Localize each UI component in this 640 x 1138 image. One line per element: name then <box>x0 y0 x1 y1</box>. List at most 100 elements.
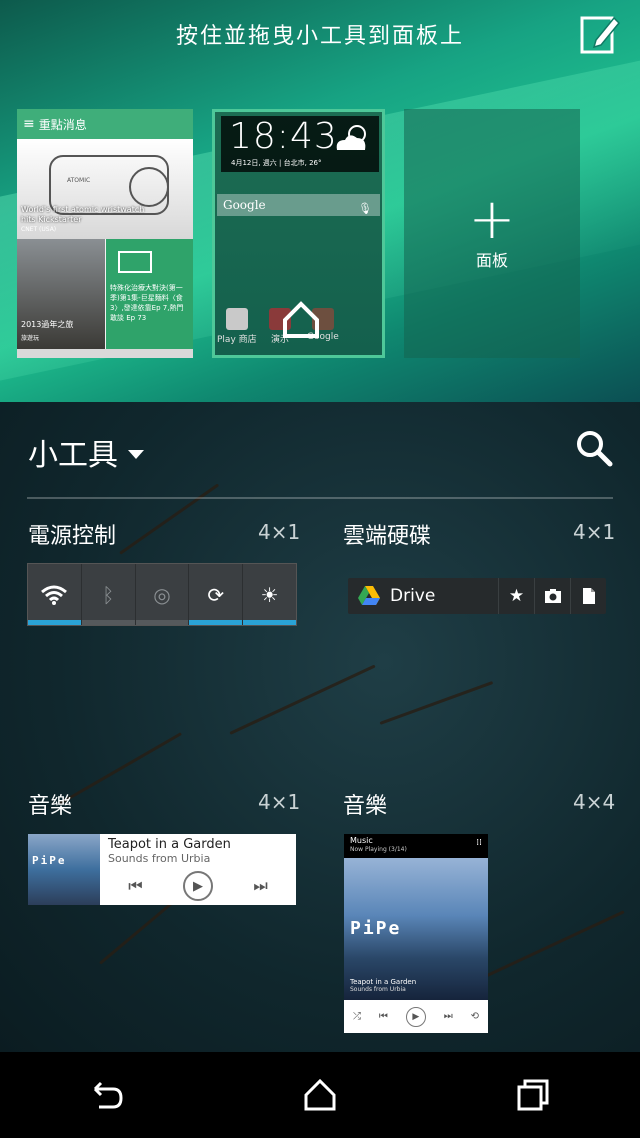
home-button[interactable] <box>290 1065 350 1125</box>
song-title: Teapot in a Garden <box>350 978 417 986</box>
add-panel-label: 面板 <box>475 250 508 270</box>
watch-face <box>129 167 169 207</box>
next-icon[interactable]: ⏭ <box>253 876 267 896</box>
recents-button[interactable] <box>503 1065 563 1125</box>
widget-category-dropdown[interactable]: 小工具 <box>28 430 144 474</box>
edit-icon[interactable] <box>578 12 622 56</box>
watch-brand: ATOMIC <box>67 177 91 184</box>
mic-icon: 🎙 <box>358 202 372 215</box>
wallpaper-streak <box>119 483 220 555</box>
home-panel-icon <box>283 301 319 338</box>
weather-cloud-icon <box>336 125 366 150</box>
news-tile-tv: 特殊化治療大對決(第一季)第1集-巨星麵料〈食3〉,發達依靠Ep 7,熱門敢談 … <box>106 239 193 349</box>
news-headline-3: 特殊化治療大對決(第一季)第1集-巨星麵料〈食3〉,發達依靠Ep 7,熱門敢談 … <box>110 284 184 322</box>
previous-icon[interactable]: ⏮ <box>128 876 142 896</box>
song-title: Teapot in a Garden <box>108 837 231 852</box>
star-icon[interactable]: ★ <box>498 578 534 614</box>
news-panel[interactable]: ≡ 重點消息 ATOMIC World's first atomic wrist… <box>17 109 193 358</box>
next-icon[interactable]: ⏭ <box>444 1011 453 1022</box>
repeat-icon[interactable]: ⟲ <box>471 1011 479 1022</box>
song-artist: Sounds from Urbia <box>108 852 211 865</box>
drive-logo-icon <box>358 586 380 605</box>
news-source-1: CNET (USA) <box>21 226 57 233</box>
widget-title-music-small: 音樂 <box>28 794 73 819</box>
brightness-icon: ☀ <box>260 582 279 607</box>
back-button[interactable] <box>77 1065 137 1125</box>
toggle-indicator <box>243 620 296 625</box>
news-headline-2: 2013過年之旅 <box>21 320 74 329</box>
plus-icon: + <box>468 186 516 252</box>
add-panel-button[interactable]: + 面板 <box>404 109 580 358</box>
panel-preview-area: 按住並拖曳小工具到面板上 ≡ 重點消息 ATOMIC World's first… <box>0 0 640 402</box>
wallpaper-streak <box>469 910 625 985</box>
bluetooth-icon: ᛒ <box>102 582 115 607</box>
wifi-toggle[interactable] <box>28 564 82 625</box>
google-search-bar: Google 🎙 <box>217 194 380 216</box>
sync-icon: ⟳ <box>207 582 225 607</box>
new-doc-icon[interactable] <box>570 578 606 614</box>
news-headline-1: World's first atomic wristwatch hits Kic… <box>21 205 145 224</box>
gps-icon: ◎ <box>153 582 171 607</box>
song-artist: Sounds from Urbia <box>350 986 406 993</box>
power-control-widget[interactable]: ᛒ ◎ ⟳ ☀ <box>27 563 297 626</box>
drag-hint: 按住並拖曳小工具到面板上 <box>175 24 464 49</box>
widget-size-music-small: 4×1 <box>258 790 301 814</box>
bluetooth-toggle[interactable]: ᛒ <box>81 564 136 625</box>
dock-label: Play 商店 <box>217 335 257 345</box>
clock-widget: 18:43 4月12日, 週六 | 台北市, 26° <box>221 116 379 172</box>
sync-toggle[interactable]: ⟳ <box>189 564 244 625</box>
widget-title-music-big: 音樂 <box>343 794 388 819</box>
home-panel[interactable]: 18:43 4月12日, 週六 | 台北市, 26° Google 🎙 Play… <box>212 109 385 358</box>
drive-open-button[interactable]: Drive <box>348 586 498 606</box>
drive-label: Drive <box>390 586 436 606</box>
toggle-indicator <box>189 620 243 625</box>
google-label: Google <box>223 198 266 212</box>
news-header-label: 重點消息 <box>38 117 87 132</box>
music-info: Teapot in a Garden Sounds from Urbia ⏮ ▶… <box>100 834 296 905</box>
album-title-art: PiPe <box>32 854 67 867</box>
menu-icon: ≡ <box>23 116 35 132</box>
play-icon[interactable]: ▶ <box>182 871 213 901</box>
music-controls: ⏮ ▶ ⏭ <box>108 871 288 901</box>
brightness-toggle[interactable]: ☀ <box>243 564 296 625</box>
news-source-2: 旅遊玩 <box>21 335 40 342</box>
widget-size-power: 4×1 <box>258 520 301 544</box>
news-header: ≡ 重點消息 <box>17 109 193 139</box>
play-icon[interactable]: ▶ <box>405 1006 426 1027</box>
divider <box>27 497 613 499</box>
widget-title-drive: 雲端硬碟 <box>343 524 432 549</box>
widget-category-label: 小工具 <box>28 438 118 473</box>
music-app-label: Music <box>350 836 373 845</box>
search-icon[interactable] <box>574 428 614 468</box>
music-controls: ⤮ ⏮ ▶ ⏭ ⟲ <box>344 1000 488 1033</box>
album-art: PiPe <box>28 834 100 905</box>
shuffle-icon[interactable]: ⤮ <box>353 1011 361 1022</box>
album-title-art: PiPe <box>350 918 402 939</box>
music-widget-large[interactable]: Music Now Playing (3/14) ⁞⁞ PiPe Teapot … <box>344 834 488 1033</box>
previous-icon[interactable]: ⏮ <box>379 1011 388 1022</box>
home-icon <box>304 1078 336 1111</box>
camera-icon[interactable] <box>534 578 570 614</box>
widget-size-drive: 4×1 <box>573 520 616 544</box>
navigation-bar <box>0 1052 640 1138</box>
gps-toggle[interactable]: ◎ <box>135 564 190 625</box>
widget-list[interactable]: 小工具 電源控制 4×1 ᛒ ◎ ⟳ ☀ 雲端硬碟 4×1 Drive ★ 音樂… <box>0 402 640 1052</box>
clock-time: 18:43 <box>229 116 338 157</box>
play-store-icon <box>225 308 248 330</box>
wifi-icon <box>41 585 68 605</box>
dock-item-play: Play 商店 <box>217 308 257 345</box>
widget-title-power: 電源控制 <box>28 524 117 549</box>
wallpaper-streak <box>379 681 494 725</box>
news-strip <box>17 349 193 358</box>
toggle-indicator <box>28 620 81 625</box>
back-icon <box>93 1081 123 1109</box>
drive-widget[interactable]: Drive ★ <box>348 578 606 614</box>
now-playing-label: Now Playing (3/14) <box>350 846 407 853</box>
toggle-indicator <box>135 620 189 625</box>
toggle-indicator <box>81 620 135 625</box>
tv-icon <box>118 251 152 273</box>
grid-icon[interactable]: ⁞⁞ <box>476 838 482 848</box>
music-widget-small[interactable]: PiPe Teapot in a Garden Sounds from Urbi… <box>28 834 296 905</box>
clock-date: 4月12日, 週六 | 台北市, 26° <box>231 159 322 167</box>
wallpaper-streak <box>229 664 376 735</box>
